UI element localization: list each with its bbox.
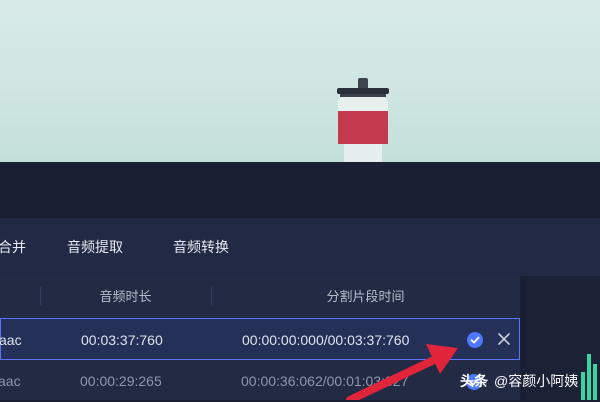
file-name: aac [0, 373, 21, 389]
table-row[interactable]: aac 00:03:37:760 00:00:00:000/00:03:37:7… [0, 318, 520, 360]
visualizer-bar [581, 372, 585, 400]
segment-time[interactable]: 00:00:00:000/00:03:37:760 [242, 319, 409, 361]
table-header: 音频时长 分割片段时间 [0, 276, 520, 318]
file-table: 音频时长 分割片段时间 aac 00:03:37:760 00:00:00:00… [0, 276, 520, 400]
watermark-brand: 头条 [460, 373, 488, 389]
segment-time[interactable]: 00:00:36:062/00:01:03:327 [241, 360, 408, 402]
tab-audio-extract[interactable]: 音频提取 [67, 218, 123, 276]
confirm-check-icon[interactable] [467, 332, 483, 348]
tab-merge[interactable]: 合并 [0, 218, 26, 276]
watermark-handle: @容颜小阿姨 [494, 373, 579, 389]
visualizer-bar [587, 354, 591, 400]
table-row[interactable]: aac 00:00:29:265 00:00:36:062/00:01:03:3… [0, 360, 520, 402]
watermark: 头条 @容颜小阿姨 [460, 370, 578, 392]
close-icon[interactable] [495, 330, 513, 348]
app-header-bar [0, 162, 600, 218]
column-header-duration: 音频时长 [99, 289, 152, 304]
audio-duration: 00:03:37:760 [81, 332, 163, 348]
visualizer-bar [593, 364, 597, 400]
tab-audio-convert[interactable]: 音频转换 [173, 218, 229, 276]
audio-visualizer [581, 346, 600, 400]
file-name: aac [0, 332, 22, 348]
function-tabs: 合并 音频提取 音频转换 [0, 218, 600, 276]
lighthouse-image [334, 74, 392, 162]
column-header-segment-time: 分割片段时间 [326, 289, 405, 304]
background-photo [0, 0, 600, 162]
audio-duration: 00:00:29:265 [80, 373, 162, 389]
